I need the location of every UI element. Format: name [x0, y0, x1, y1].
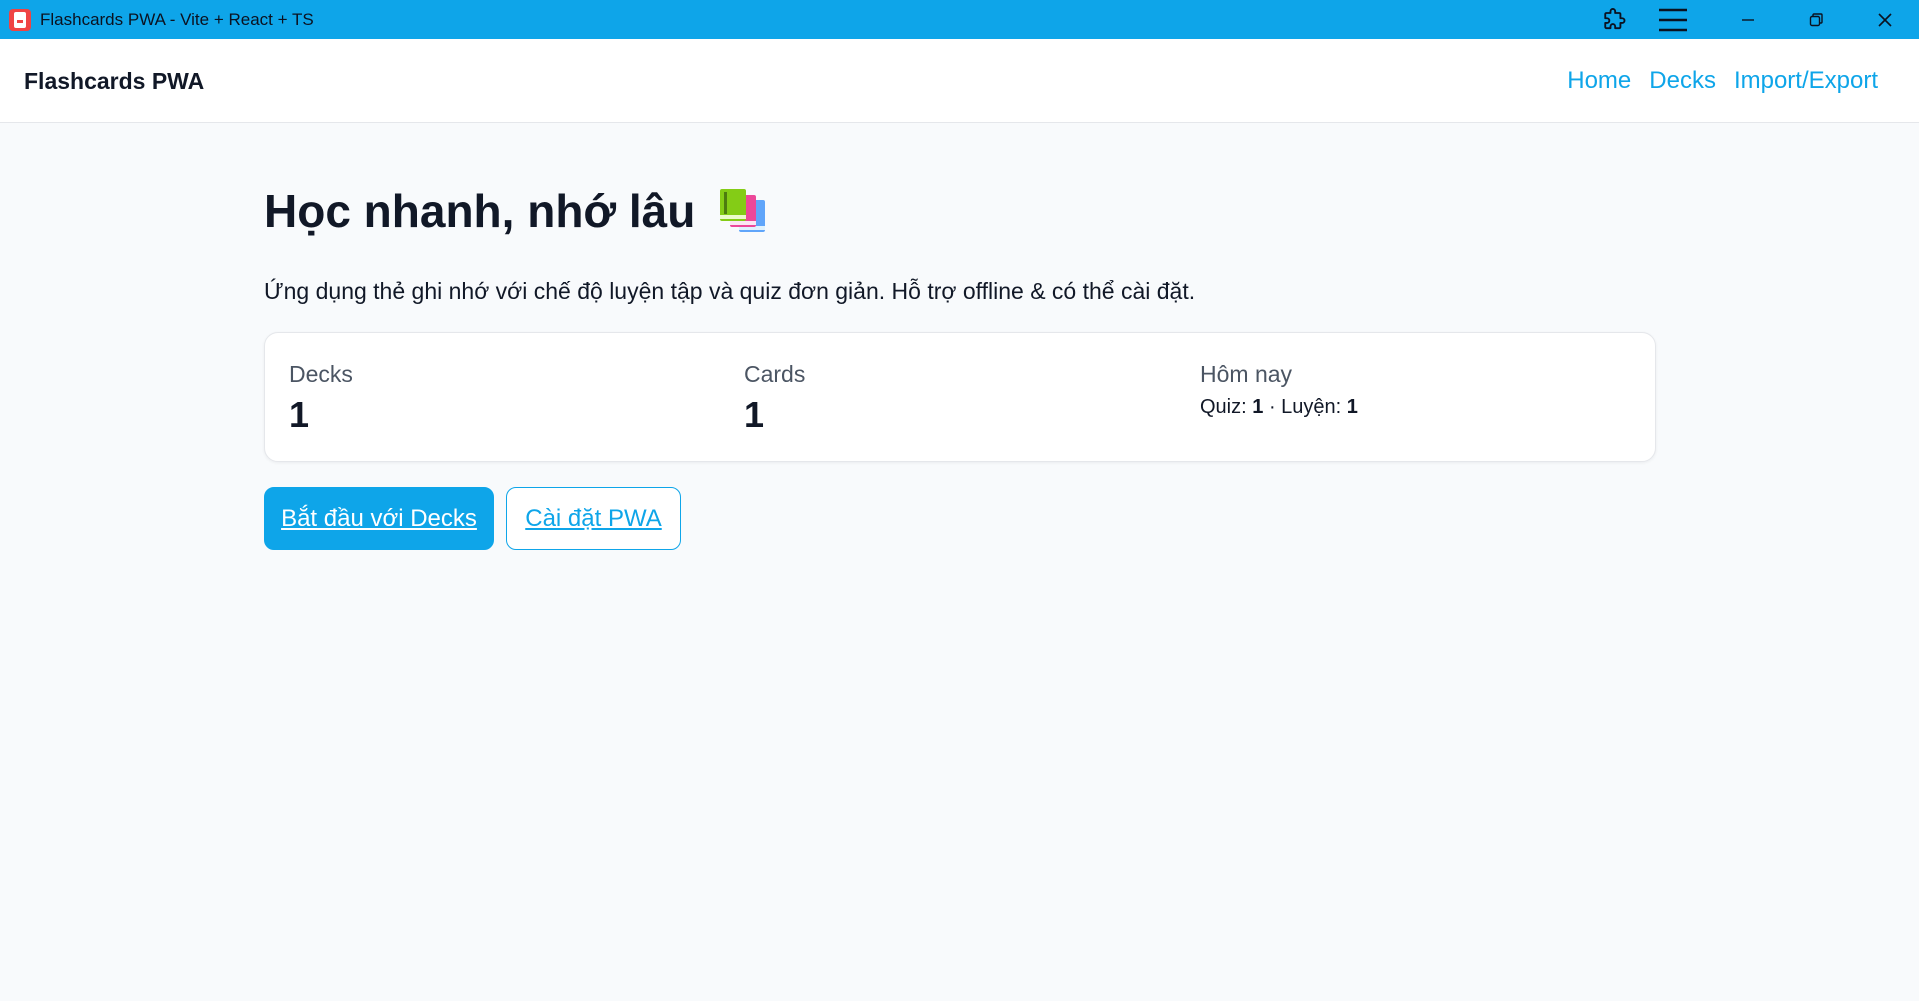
main-nav: Home Decks Import/Export — [1567, 39, 1878, 123]
restore-icon[interactable] — [1788, 0, 1844, 39]
close-icon[interactable] — [1857, 0, 1913, 39]
practice-label: Luyện: — [1281, 396, 1342, 418]
stat-decks: Decks 1 — [289, 361, 353, 436]
window-title: Flashcards PWA - Vite + React + TS — [40, 10, 314, 29]
page-subtitle: Ứng dụng thẻ ghi nhớ với chế độ luyện tậ… — [264, 278, 1196, 304]
stats-card: Decks 1 Cards 1 Hôm nay Quiz: 1 · Luyện:… — [264, 332, 1656, 462]
stat-decks-value: 1 — [289, 394, 310, 435]
page-title: Học nhanh, nhớ lâu — [264, 184, 767, 238]
extensions-icon[interactable] — [1586, 0, 1642, 39]
stat-cards: Cards 1 — [744, 361, 805, 436]
practice-count: 1 — [1346, 396, 1358, 418]
stat-today: Hôm nay Quiz: 1 · Luyện: 1 — [1200, 361, 1358, 419]
window-titlebar: Flashcards PWA - Vite + React + TS — [0, 0, 1919, 39]
stat-today-label: Hôm nay — [1200, 361, 1293, 387]
nav-import-export-link[interactable]: Import/Export — [1734, 67, 1878, 95]
flashcards-app-icon — [9, 9, 31, 31]
minimize-icon[interactable] — [1720, 0, 1776, 39]
menu-icon[interactable] — [1645, 0, 1701, 39]
action-buttons: Bắt đầu với Decks Cài đặt PWA — [264, 487, 681, 550]
quiz-label: Quiz: — [1200, 396, 1247, 418]
nav-decks-link[interactable]: Decks — [1649, 67, 1716, 95]
stat-cards-value: 1 — [744, 394, 765, 435]
nav-home-link[interactable]: Home — [1567, 67, 1631, 95]
stat-cards-label: Cards — [744, 361, 806, 387]
app-header: Flashcards PWA Home Decks Import/Export — [0, 39, 1919, 123]
separator-dot: · — [1268, 396, 1276, 418]
start-with-decks-button[interactable]: Bắt đầu với Decks — [264, 487, 494, 550]
stat-today-detail: Quiz: 1 · Luyện: 1 — [1200, 396, 1358, 419]
install-pwa-button[interactable]: Cài đặt PWA — [506, 487, 681, 550]
brand-title[interactable]: Flashcards PWA — [24, 39, 204, 123]
stat-decks-label: Decks — [289, 361, 353, 387]
books-icon — [717, 188, 767, 234]
quiz-count: 1 — [1252, 396, 1264, 418]
page-title-text: Học nhanh, nhớ lâu — [264, 185, 696, 237]
